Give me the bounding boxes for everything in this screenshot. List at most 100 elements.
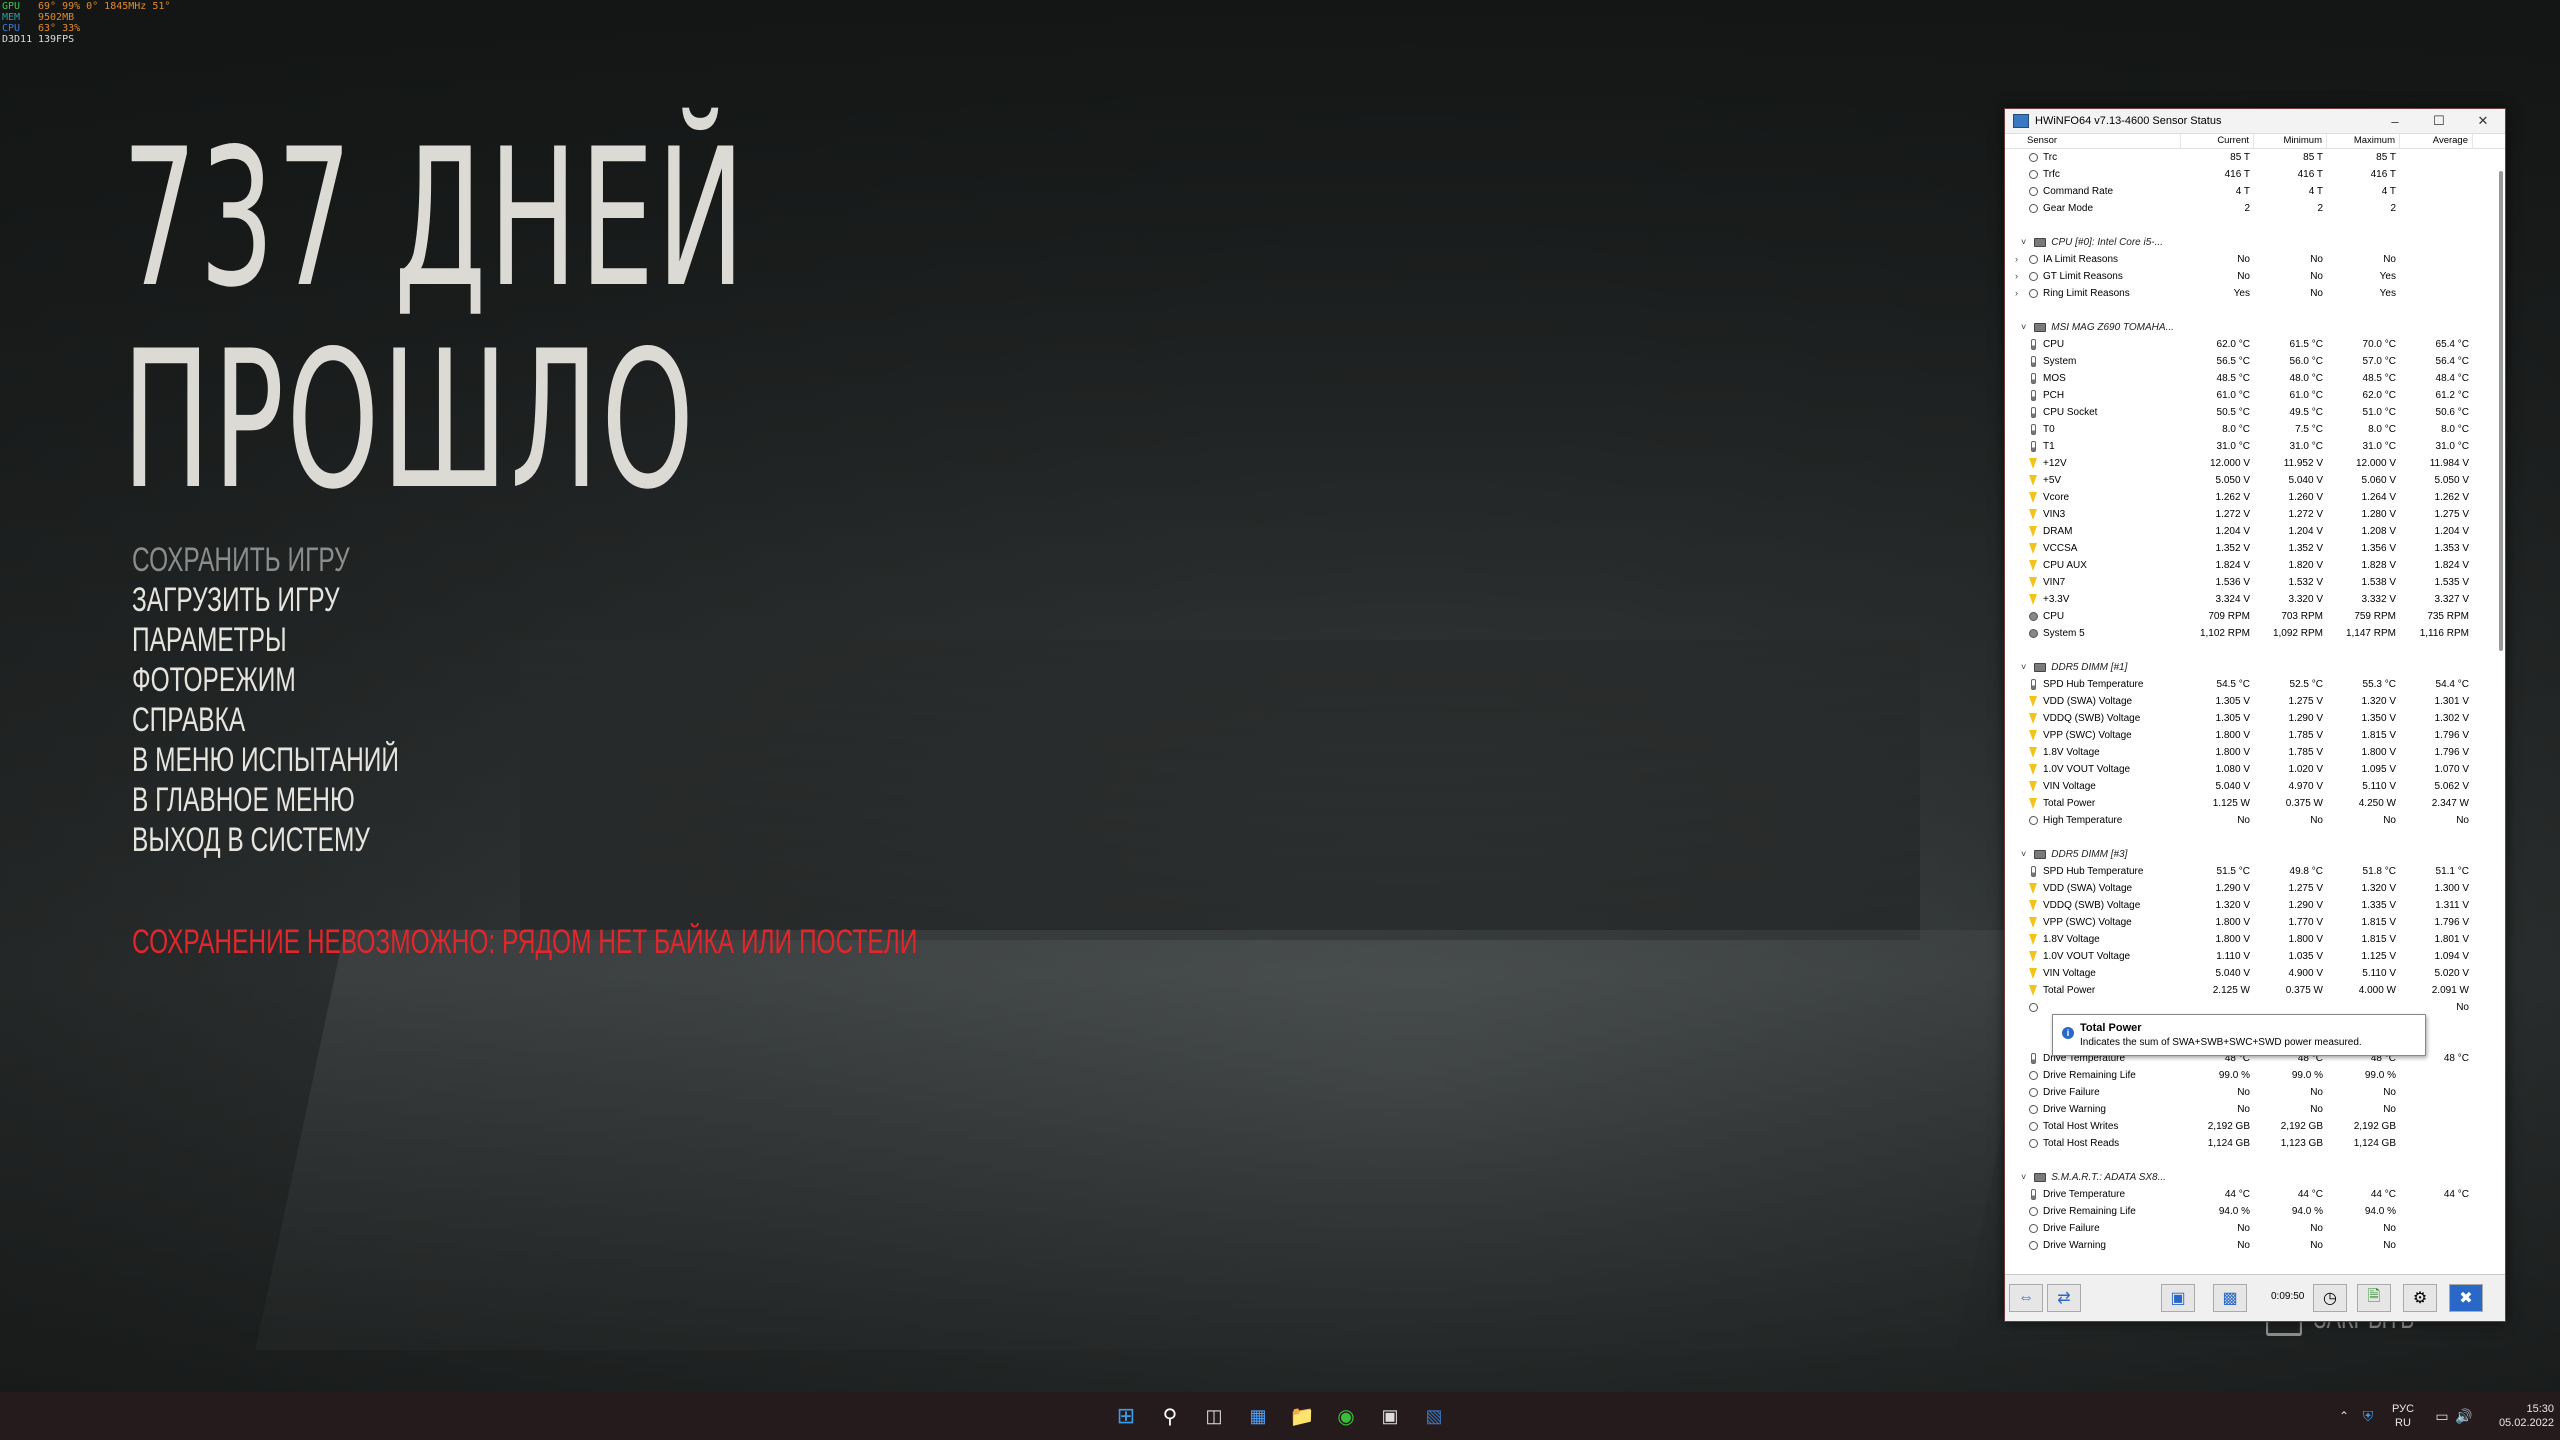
expand-arrows-icon[interactable]: ⇔	[2009, 1284, 2043, 1312]
sensor-row[interactable]: Total Host Reads 1,124 GB 1,123 GB 1,124 GB	[2005, 1135, 2495, 1152]
network-monitor-icon[interactable]: ▣	[2161, 1284, 2195, 1312]
sensor-row[interactable]: › Ring Limit Reasons Yes No Yes	[2005, 285, 2495, 302]
log-file-icon[interactable]: 🗎	[2357, 1284, 2391, 1312]
sensor-row[interactable]: PCH 61.0 °C 61.0 °C 62.0 °C 61.2 °C	[2005, 387, 2495, 404]
sensor-row[interactable]: MOS 48.5 °C 48.0 °C 48.5 °C 48.4 °C	[2005, 370, 2495, 387]
sensor-row[interactable]: SPD Hub Temperature 54.5 °C 52.5 °C 55.3 °C…	[2005, 676, 2495, 693]
sensor-row[interactable]: T0 8.0 °C 7.5 °C 8.0 °C 8.0 °C	[2005, 421, 2495, 438]
input-language[interactable]: РУС RU	[2388, 1402, 2418, 1430]
sensor-row[interactable]: VIN Voltage 5.040 V 4.970 V 5.110 V 5.062 V	[2005, 778, 2495, 795]
sensor-row[interactable]: VPP (SWC) Voltage 1.800 V 1.770 V 1.815 V 1.…	[2005, 914, 2495, 931]
clock[interactable]: 15:30 05.02.2022	[2484, 1402, 2554, 1430]
sensor-row[interactable]: Drive Temperature 44 °C 44 °C 44 °C 44 °C	[2005, 1186, 2495, 1203]
file-explorer-icon[interactable]: 📁	[1288, 1402, 1316, 1430]
sensor-row[interactable]: SPD Hub Temperature 51.5 °C 49.8 °C 51.8 °C…	[2005, 863, 2495, 880]
sensor-group-row[interactable]: ˅ DDR5 DIMM [#1]	[2005, 659, 2495, 676]
sensor-row[interactable]: 1.0V VOUT Voltage 1.080 V 1.020 V 1.095 V 1.…	[2005, 761, 2495, 778]
column-header[interactable]: Current	[2181, 134, 2254, 148]
sensor-group-row[interactable]: ˅ S.M.A.R.T.: ADATA SX8...	[2005, 1169, 2495, 1186]
window-close-button[interactable]: ✕	[2461, 113, 2505, 129]
column-header[interactable]: Maximum	[2327, 134, 2400, 148]
sensor-group-row[interactable]: ˅ CPU [#0]: Intel Core i5-...	[2005, 234, 2495, 251]
sensor-row[interactable]: CPU Socket 50.5 °C 49.5 °C 51.0 °C 50.6 °C	[2005, 404, 2495, 421]
sensor-row[interactable]: Total Host Writes 2,192 GB 2,192 GB 2,192 G…	[2005, 1118, 2495, 1135]
menu-item[interactable]: В МЕНЮ ИСПЫТАНИЙ	[132, 740, 399, 780]
widgets-icon[interactable]: ▦	[1244, 1402, 1272, 1430]
sensor-row[interactable]: Command Rate 4 T 4 T 4 T	[2005, 183, 2495, 200]
volume-icon[interactable]: 🔊	[2450, 1402, 2478, 1430]
app-icon[interactable]: ▣	[1376, 1402, 1404, 1430]
maximize-button[interactable]: ☐	[2417, 113, 2461, 129]
sensor-row[interactable]: Drive Warning No No No	[2005, 1237, 2495, 1251]
sensor-row[interactable]: DRAM 1.204 V 1.204 V 1.208 V 1.204 V	[2005, 523, 2495, 540]
sensor-row[interactable]: 1.0V VOUT Voltage 1.110 V 1.035 V 1.125 V 1.…	[2005, 948, 2495, 965]
sensor-row[interactable]: VDDQ (SWB) Voltage 1.305 V 1.290 V 1.350 V 1…	[2005, 710, 2495, 727]
sensor-row[interactable]: VIN Voltage 5.040 V 4.900 V 5.110 V 5.020 V	[2005, 965, 2495, 982]
expand-arrow-icon[interactable]: ›	[2015, 251, 2018, 268]
sensor-row[interactable]: CPU 62.0 °C 61.5 °C 70.0 °C 65.4 °C	[2005, 336, 2495, 353]
scrollbar[interactable]	[2499, 171, 2503, 651]
settings-gear-icon[interactable]: ⚙	[2403, 1284, 2437, 1312]
sensor-row[interactable]: +3.3V 3.324 V 3.320 V 3.332 V 3.327 V	[2005, 591, 2495, 608]
xbox-icon[interactable]: ◉	[1332, 1402, 1360, 1430]
sensor-row[interactable]: › GT Limit Reasons No No Yes	[2005, 268, 2495, 285]
sensor-row[interactable]: Trfc 416 T 416 T 416 T	[2005, 166, 2495, 183]
sensor-row[interactable]: +12V 12.000 V 11.952 V 12.000 V 11.984 V	[2005, 455, 2495, 472]
sensor-row[interactable]: Drive Warning No No No	[2005, 1101, 2495, 1118]
collapse-chevron-icon[interactable]: ˅	[2021, 659, 2026, 676]
collapse-arrows-icon[interactable]: ⇄	[2047, 1284, 2081, 1312]
menu-item[interactable]: В ГЛАВНОЕ МЕНЮ	[132, 780, 399, 820]
sensor-row[interactable]: 1.8V Voltage 1.800 V 1.800 V 1.815 V 1.801 V	[2005, 931, 2495, 948]
sensor-row[interactable]: Total Power 1.125 W 0.375 W 4.250 W 2.347 W	[2005, 795, 2495, 812]
sensor-row[interactable]: Total Power 2.125 W 0.375 W 4.000 W 2.091 W	[2005, 982, 2495, 999]
close-x-icon[interactable]: ✖	[2449, 1284, 2483, 1312]
sensor-row[interactable]: Drive Failure No No No	[2005, 1084, 2495, 1101]
search-icon[interactable]: ⚲	[1156, 1402, 1184, 1430]
sensor-row[interactable]: Drive Remaining Life 94.0 % 94.0 % 94.0 %	[2005, 1203, 2495, 1220]
expand-arrow-icon[interactable]: ›	[2015, 285, 2018, 302]
sensor-row[interactable]: System 5 1,102 RPM 1,092 RPM 1,147 RPM 1,116…	[2005, 625, 2495, 642]
sensor-row[interactable]: Drive Failure No No No	[2005, 1220, 2495, 1237]
security-shield-icon[interactable]: ⛨	[2354, 1402, 2382, 1430]
collapse-chevron-icon[interactable]: ˅	[2021, 846, 2026, 863]
sensor-row[interactable]: CPU AUX 1.824 V 1.820 V 1.828 V 1.824 V	[2005, 557, 2495, 574]
sensor-row[interactable]: VDD (SWA) Voltage 1.290 V 1.275 V 1.320 V 1.…	[2005, 880, 2495, 897]
start-windows-icon[interactable]: ⊞	[1112, 1402, 1140, 1430]
sensor-group-row[interactable]: ˅ DDR5 DIMM [#3]	[2005, 846, 2495, 863]
sensor-row[interactable]: T1 31.0 °C 31.0 °C 31.0 °C 31.0 °C	[2005, 438, 2495, 455]
column-header[interactable]: Minimum	[2254, 134, 2327, 148]
collapse-chevron-icon[interactable]: ˅	[2021, 1169, 2026, 1186]
sensor-row[interactable]: 1.8V Voltage 1.800 V 1.785 V 1.800 V 1.796 V	[2005, 744, 2495, 761]
minimize-button[interactable]: –	[2373, 114, 2417, 129]
collapse-chevron-icon[interactable]: ˅	[2021, 319, 2026, 336]
sensor-row[interactable]: System 56.5 °C 56.0 °C 57.0 °C 56.4 °C	[2005, 353, 2495, 370]
menu-item[interactable]: СПРАВКА	[132, 700, 399, 740]
collapse-chevron-icon[interactable]: ˅	[2021, 234, 2026, 251]
sensor-row[interactable]: VIN7 1.536 V 1.532 V 1.538 V 1.535 V	[2005, 574, 2495, 591]
sensor-row[interactable]: Trc 85 T 85 T 85 T	[2005, 149, 2495, 166]
clock-icon[interactable]: ◷	[2313, 1284, 2347, 1312]
sensor-row[interactable]: High Temperature No No No No	[2005, 812, 2495, 829]
menu-item[interactable]: ВЫХОД В СИСТЕМУ	[132, 820, 399, 860]
sensor-row[interactable]: VPP (SWC) Voltage 1.800 V 1.785 V 1.815 V 1.…	[2005, 727, 2495, 744]
column-header[interactable]: Average	[2400, 134, 2473, 148]
sensor-row[interactable]: +5V 5.050 V 5.040 V 5.060 V 5.050 V	[2005, 472, 2495, 489]
sensor-list[interactable]: Trc 85 T 85 T 85 T Trfc 416 T 416 T 416 T Comman…	[2005, 149, 2495, 1251]
sensor-row[interactable]: VDDQ (SWB) Voltage 1.320 V 1.290 V 1.335 V 1…	[2005, 897, 2495, 914]
sensor-group-row[interactable]: ˅ MSI MAG Z690 TOMAHA...	[2005, 319, 2495, 336]
expand-arrow-icon[interactable]: ›	[2015, 268, 2018, 285]
sensor-row[interactable]: CPU 709 RPM 703 RPM 759 RPM 735 RPM	[2005, 608, 2495, 625]
sensor-row[interactable]: VIN3 1.272 V 1.272 V 1.280 V 1.275 V	[2005, 506, 2495, 523]
menu-item[interactable]: ПАРАМЕТРЫ	[132, 620, 399, 660]
sensor-row[interactable]: VDD (SWA) Voltage 1.305 V 1.275 V 1.320 V 1.…	[2005, 693, 2495, 710]
layout-icon[interactable]: ▩	[2213, 1284, 2247, 1312]
task-view-icon[interactable]: ◫	[1200, 1402, 1228, 1430]
sensor-row[interactable]: Vcore 1.262 V 1.260 V 1.264 V 1.262 V	[2005, 489, 2495, 506]
sensor-row[interactable]: Gear Mode 2 2 2	[2005, 200, 2495, 217]
menu-item[interactable]: ФОТОРЕЖИМ	[132, 660, 399, 700]
menu-item[interactable]: ЗАГРУЗИТЬ ИГРУ	[132, 580, 399, 620]
sensor-row[interactable]: VCCSA 1.352 V 1.352 V 1.356 V 1.353 V	[2005, 540, 2495, 557]
sensor-row[interactable]: › IA Limit Reasons No No No	[2005, 251, 2495, 268]
column-header[interactable]: Sensor	[2005, 134, 2181, 148]
hwinfo-taskbar-icon[interactable]: ▧	[1420, 1402, 1448, 1430]
